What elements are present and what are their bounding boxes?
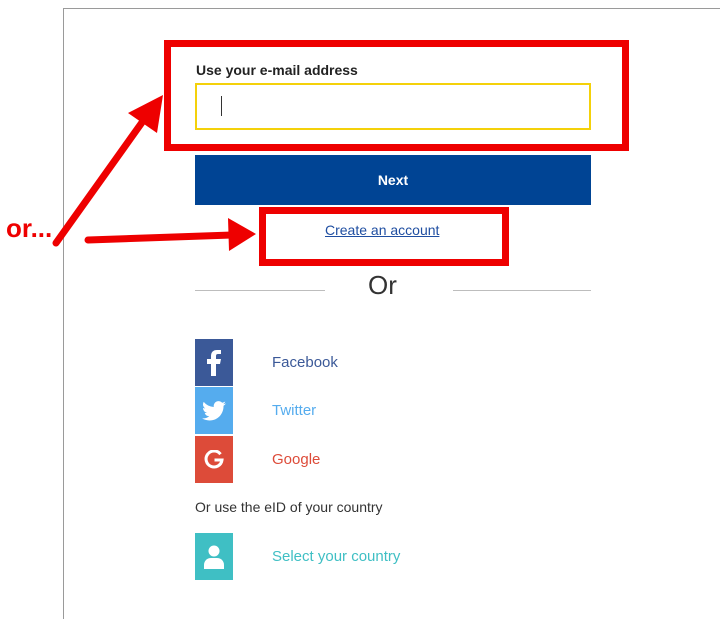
divider-right (453, 290, 591, 291)
facebook-label: Facebook (272, 354, 338, 371)
create-account-link[interactable]: Create an account (325, 222, 439, 238)
google-icon (195, 436, 233, 483)
or-divider-text: Or (368, 270, 397, 300)
text-caret (221, 96, 222, 116)
facebook-icon (195, 339, 233, 386)
divider-left (195, 290, 325, 291)
email-label: Use your e-mail address (196, 62, 358, 78)
user-icon (195, 533, 233, 580)
email-input[interactable] (195, 83, 591, 130)
eid-prompt: Or use the eID of your country (195, 499, 383, 515)
annotation-or-text: or... (6, 213, 53, 243)
twitter-label: Twitter (272, 402, 317, 419)
google-label: Google (272, 451, 321, 468)
select-country-label: Select your country (272, 548, 401, 565)
twitter-icon (195, 387, 233, 434)
next-button[interactable]: Next (195, 155, 591, 205)
